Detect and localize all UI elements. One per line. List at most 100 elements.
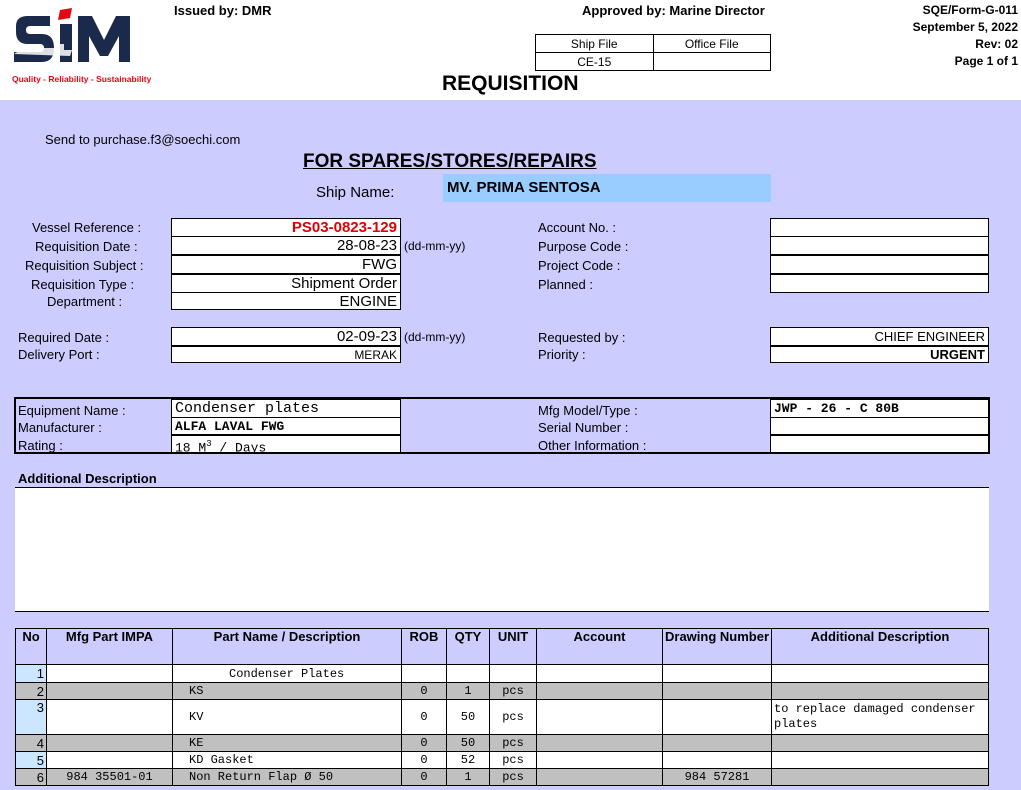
row-desc[interactable] [771, 682, 989, 700]
project-code-field[interactable] [770, 255, 989, 274]
mfg-model-label: Mfg Model/Type : [538, 403, 638, 418]
row-name[interactable]: KD Gasket [172, 751, 402, 769]
row-no: 6 [15, 768, 47, 786]
row-name[interactable]: KV [172, 699, 402, 735]
requisition-subject-field[interactable]: FWG [171, 255, 401, 274]
row-drawing[interactable] [662, 699, 772, 735]
requisition-date-field[interactable]: 28-08-23 [171, 236, 401, 255]
col-drawing-number: Drawing Number [662, 628, 772, 665]
row-account[interactable] [536, 734, 663, 752]
ship-name-label: Ship Name: [316, 184, 395, 201]
manufacturer-field[interactable]: ALFA LAVAL FWG [171, 417, 401, 435]
row-qty[interactable]: 1 [446, 768, 490, 786]
priority-field[interactable]: URGENT [770, 346, 989, 363]
row-part[interactable] [46, 664, 173, 683]
row-unit[interactable]: pcs [489, 699, 537, 735]
row-unit[interactable]: pcs [489, 768, 537, 786]
table-row[interactable]: 5 KD Gasket 0 52 pcs [15, 751, 989, 769]
row-rob[interactable]: 0 [401, 682, 447, 700]
delivery-port-field[interactable]: MERAK [171, 346, 401, 363]
table-row[interactable]: 3 KV 0 50 pcs to replace damaged condens… [15, 699, 989, 735]
row-part[interactable] [46, 699, 173, 735]
purpose-code-label: Purpose Code : [538, 239, 629, 254]
row-desc[interactable]: to replace damaged condenser plates [771, 699, 989, 735]
row-qty[interactable]: 50 [446, 699, 490, 735]
row-unit[interactable]: pcs [489, 751, 537, 769]
project-code-label: Project Code : [538, 258, 621, 273]
row-rob[interactable] [401, 664, 447, 683]
row-drawing[interactable]: 984 57281 [662, 768, 772, 786]
requisition-type-label: Requisition Type : [31, 277, 135, 292]
row-unit[interactable]: pcs [489, 682, 537, 700]
row-account[interactable] [536, 664, 663, 683]
col-no: No [15, 628, 47, 665]
row-drawing[interactable] [662, 682, 772, 700]
row-qty[interactable]: 52 [446, 751, 490, 769]
table-row[interactable]: 6 984 35501-01 Non Return Flap Ø 50 0 1 … [15, 768, 989, 786]
equipment-name-field[interactable]: Condenser plates [171, 399, 401, 418]
requisition-type-field[interactable]: Shipment Order [171, 274, 401, 293]
requisition-date-label: Requisition Date : [35, 239, 138, 254]
file-table: Ship File Office File CE-15 [535, 34, 771, 71]
row-name[interactable]: Condenser Plates [172, 664, 402, 683]
row-part[interactable]: 984 35501-01 [46, 768, 173, 786]
row-name[interactable]: KS [172, 682, 402, 700]
row-part[interactable] [46, 751, 173, 769]
col-part-name: Part Name / Description [172, 628, 402, 665]
table-row[interactable]: 4 KE 0 50 pcs [15, 734, 989, 752]
row-account[interactable] [536, 768, 663, 786]
row-qty[interactable]: 50 [446, 734, 490, 752]
account-no-field[interactable] [770, 218, 989, 237]
row-qty[interactable]: 1 [446, 682, 490, 700]
row-desc[interactable] [771, 768, 989, 786]
row-part[interactable] [46, 734, 173, 752]
row-desc[interactable] [771, 734, 989, 752]
row-desc[interactable] [771, 664, 989, 683]
row-rob[interactable]: 0 [401, 768, 447, 786]
row-qty[interactable] [446, 664, 490, 683]
serial-number-field[interactable] [770, 417, 989, 435]
row-account[interactable] [536, 682, 663, 700]
required-date-field[interactable]: 02-09-23 [171, 327, 401, 346]
ship-file-label: Ship File [535, 34, 654, 53]
row-drawing[interactable] [662, 664, 772, 683]
account-no-label: Account No. : [538, 220, 617, 235]
requested-by-field[interactable]: CHIEF ENGINEER [770, 327, 989, 346]
row-name[interactable]: KE [172, 734, 402, 752]
row-no: 1 [15, 664, 47, 683]
row-name[interactable]: Non Return Flap Ø 50 [172, 768, 402, 786]
col-rob: ROB [401, 628, 447, 665]
other-info-field[interactable] [770, 435, 989, 453]
row-account[interactable] [536, 751, 663, 769]
row-drawing[interactable] [662, 751, 772, 769]
purpose-code-field[interactable] [770, 236, 989, 255]
row-unit[interactable]: pcs [489, 734, 537, 752]
rating-unit: / Days [211, 440, 267, 453]
ship-name-field[interactable]: MV. PRIMA SENTOSA [443, 174, 771, 202]
department-field[interactable]: ENGINE [171, 292, 401, 310]
planned-field[interactable] [770, 274, 989, 293]
other-info-label: Other Information : [538, 438, 647, 453]
ship-file-value[interactable]: CE-15 [535, 52, 654, 71]
mfg-model-field[interactable]: JWP - 26 - C 80B [770, 399, 989, 418]
additional-description-field[interactable] [15, 487, 989, 612]
table-row[interactable]: 2 KS 0 1 pcs [15, 682, 989, 700]
row-unit[interactable] [489, 664, 537, 683]
row-rob[interactable]: 0 [401, 734, 447, 752]
rating-field[interactable]: 18 M3 / Days [171, 435, 401, 453]
row-drawing[interactable] [662, 734, 772, 752]
document-title: REQUISITION [442, 72, 579, 95]
requisition-form: Send to purchase.f3@soechi.com FOR SPARE… [0, 100, 1021, 790]
send-to: Send to purchase.f3@soechi.com [45, 132, 241, 147]
logo-tagline: Quality - Reliability - Sustainability [12, 74, 152, 84]
row-rob[interactable]: 0 [401, 751, 447, 769]
office-file-value[interactable] [652, 52, 771, 71]
vessel-reference-field[interactable]: PS03-0823-129 [171, 218, 401, 237]
row-no: 5 [15, 751, 47, 769]
row-rob[interactable]: 0 [401, 699, 447, 735]
row-desc[interactable] [771, 751, 989, 769]
row-part[interactable] [46, 682, 173, 700]
row-account[interactable] [536, 699, 663, 735]
table-row[interactable]: 1 Condenser Plates [15, 664, 989, 683]
vessel-reference-label: Vessel Reference : [32, 220, 142, 235]
